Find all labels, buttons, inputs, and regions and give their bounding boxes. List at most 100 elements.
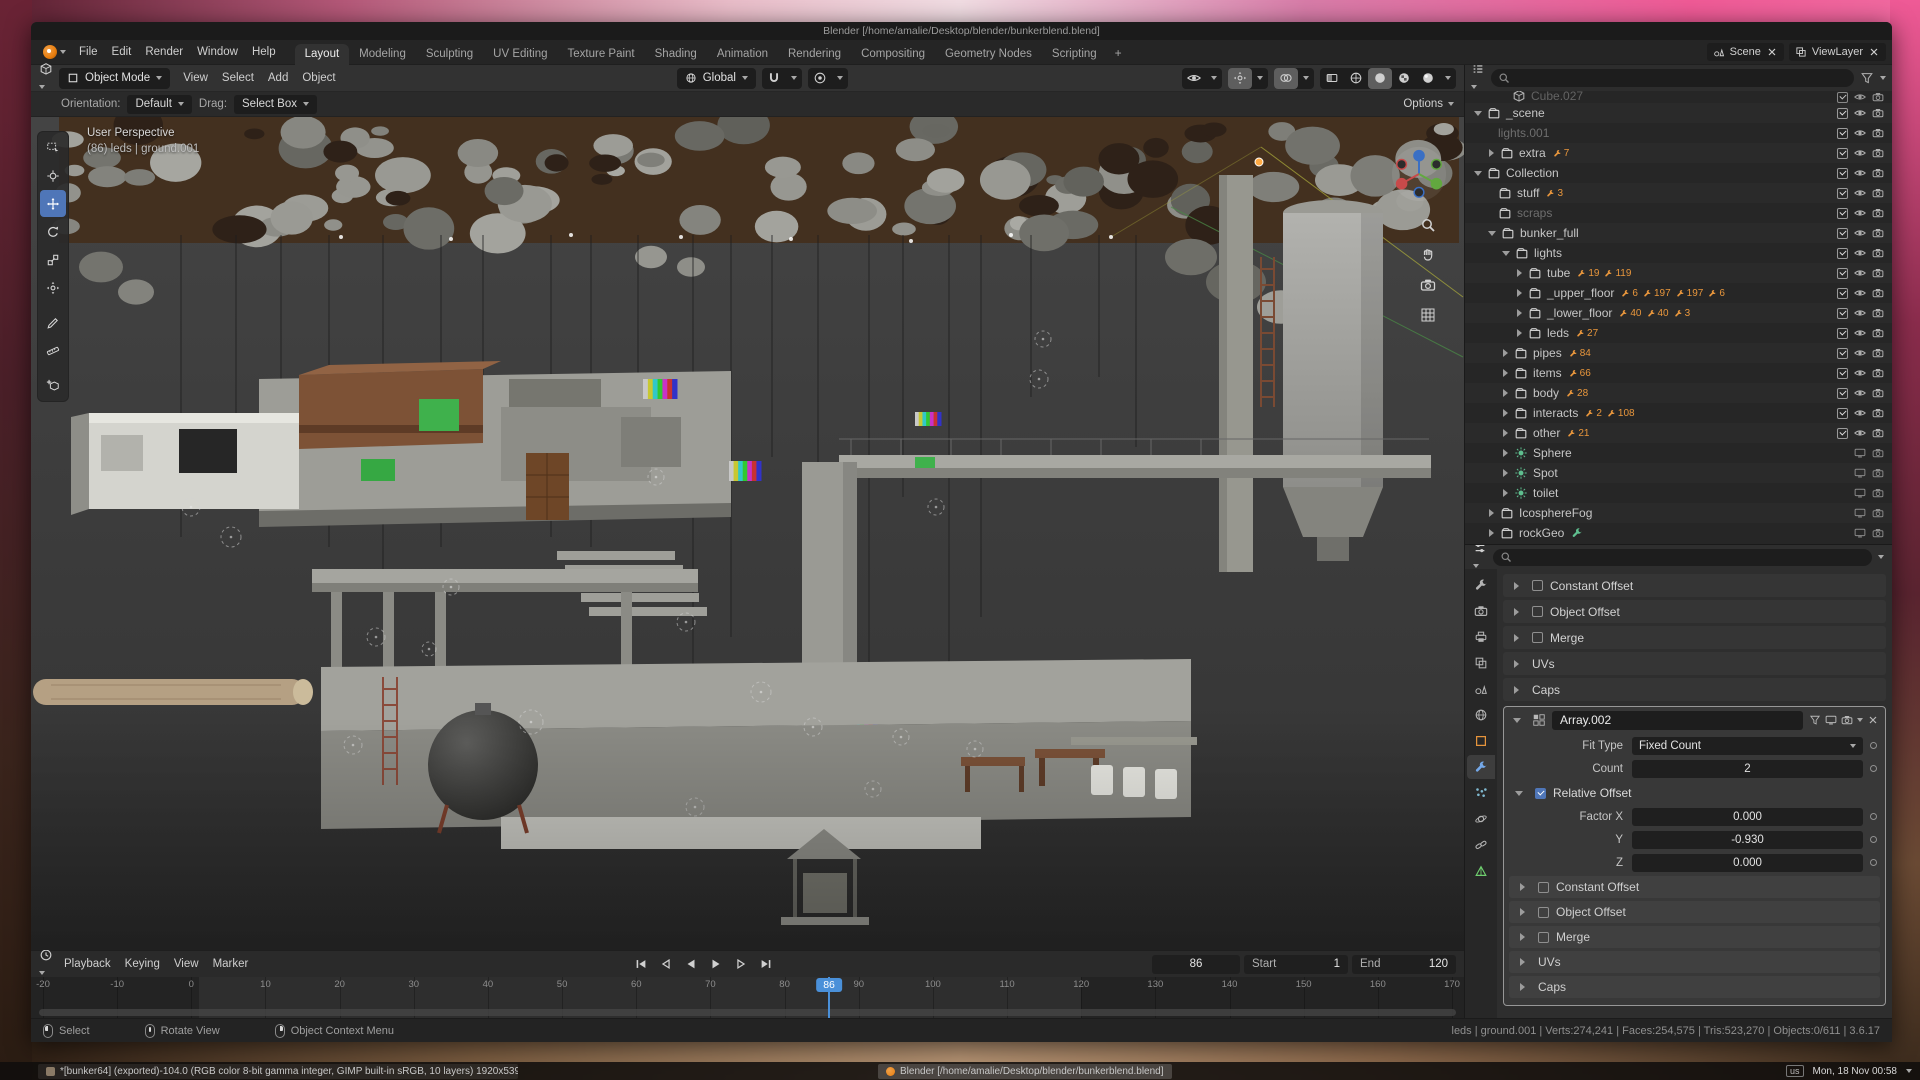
subpanel-object-offset[interactable]: Object Offset — [1509, 901, 1880, 923]
disable-render-toggle[interactable] — [1872, 91, 1884, 103]
workspace-tab-compositing[interactable]: Compositing — [851, 44, 935, 65]
keyframe-dot[interactable] — [1870, 859, 1877, 866]
expand-arrow-icon[interactable] — [1514, 608, 1519, 616]
menu-file[interactable]: File — [72, 44, 105, 60]
overlays-dropdown[interactable] — [1298, 68, 1314, 89]
hide-viewport-toggle[interactable] — [1854, 387, 1866, 399]
overlays-toggle[interactable] — [1274, 68, 1298, 89]
measure-tool[interactable] — [40, 337, 66, 364]
relative-offset-checkbox[interactable] — [1535, 788, 1546, 799]
expand-arrow-icon[interactable] — [1503, 369, 1508, 377]
expand-arrow-icon[interactable] — [1503, 409, 1508, 417]
subpanel-uvs[interactable]: UVs — [1509, 951, 1880, 973]
disable-render-toggle[interactable] — [1872, 127, 1884, 139]
outliner-row-bunker-full[interactable]: bunker_full — [1465, 223, 1892, 243]
hide-viewport-toggle[interactable] — [1854, 267, 1866, 279]
exclude-checkbox[interactable] — [1837, 108, 1848, 119]
expand-arrow-icon[interactable] — [1474, 111, 1482, 116]
subpanel-caps[interactable]: Caps — [1509, 976, 1880, 998]
render-visibility-toggle[interactable] — [1872, 447, 1884, 459]
visibility-toggle[interactable] — [1182, 68, 1206, 89]
expand-arrow-icon[interactable] — [1503, 489, 1508, 497]
viewport-menu-view[interactable]: View — [176, 70, 215, 86]
workspace-tab-layout[interactable]: Layout — [295, 44, 350, 65]
properties-tab-scene[interactable] — [1467, 677, 1495, 701]
workspace-tab-sculpting[interactable]: Sculpting — [416, 44, 483, 65]
expand-arrow-icon[interactable] — [1489, 529, 1494, 537]
disable-render-toggle[interactable] — [1872, 227, 1884, 239]
hide-viewport-toggle[interactable] — [1854, 407, 1866, 419]
disable-render-toggle[interactable] — [1872, 267, 1884, 279]
exclude-checkbox[interactable] — [1837, 408, 1848, 419]
snap-dropdown[interactable] — [786, 68, 802, 89]
disable-render-toggle[interactable] — [1872, 367, 1884, 379]
rotate-tool[interactable] — [40, 218, 66, 245]
hide-viewport-toggle[interactable] — [1854, 127, 1866, 139]
expand-arrow-icon[interactable] — [1514, 634, 1519, 642]
outliner-row-tube[interactable]: tube19119 — [1465, 263, 1892, 283]
pan-hand-button[interactable] — [1420, 247, 1436, 263]
expand-arrow-icon[interactable] — [1474, 171, 1482, 176]
outliner-row-icospherefog[interactable]: IcosphereFog — [1465, 503, 1892, 523]
factor-y-field[interactable]: -0.930 — [1632, 831, 1863, 849]
expand-arrow-icon[interactable] — [1513, 718, 1521, 723]
exclude-checkbox[interactable] — [1837, 428, 1848, 439]
hide-viewport-toggle[interactable] — [1854, 207, 1866, 219]
workspace-tab-rendering[interactable]: Rendering — [778, 44, 851, 65]
panel-uvs[interactable]: UVs — [1503, 652, 1886, 675]
disable-render-toggle[interactable] — [1872, 167, 1884, 179]
disable-render-toggle[interactable] — [1872, 287, 1884, 299]
shading-wireframe-button[interactable] — [1344, 68, 1368, 89]
hide-viewport-toggle[interactable] — [1854, 367, 1866, 379]
properties-tab-object-data[interactable] — [1467, 859, 1495, 883]
workspace-tab-modeling[interactable]: Modeling — [349, 44, 416, 65]
exclude-checkbox[interactable] — [1837, 328, 1848, 339]
modifier-extras-dropdown[interactable] — [1857, 718, 1863, 722]
annotate-tool[interactable] — [40, 309, 66, 336]
navigation-gizmo[interactable] — [1390, 145, 1448, 203]
xray-toggle[interactable] — [1320, 68, 1344, 89]
outliner-row-sphere[interactable]: Sphere — [1465, 443, 1892, 463]
hide-viewport-toggle[interactable] — [1854, 287, 1866, 299]
outliner-row-pipes[interactable]: pipes84 — [1465, 343, 1892, 363]
exclude-checkbox[interactable] — [1837, 288, 1848, 299]
play-reverse-button[interactable] — [679, 954, 703, 974]
snap-toggle[interactable] — [762, 68, 786, 89]
realtime-display-toggle[interactable] — [1825, 714, 1837, 726]
scene-selector[interactable]: Scene — [1707, 43, 1784, 61]
properties-search-input[interactable] — [1493, 549, 1872, 566]
outliner-row-extra[interactable]: extra7 — [1465, 143, 1892, 163]
editor-type-button[interactable] — [39, 62, 53, 94]
mode-selector[interactable]: Object Mode — [59, 68, 170, 89]
shading-solid-button[interactable] — [1368, 68, 1392, 89]
expand-arrow-icon[interactable] — [1514, 660, 1519, 668]
outliner-row-items[interactable]: items66 — [1465, 363, 1892, 383]
exclude-checkbox[interactable] — [1837, 168, 1848, 179]
timeline-ruler[interactable]: -20-100102030405060708090100110120130140… — [31, 977, 1464, 1018]
current-frame-field[interactable]: 86 — [1152, 955, 1240, 974]
object-offset-checkbox[interactable] — [1538, 907, 1549, 918]
outliner-row-toilet[interactable]: toilet — [1465, 483, 1892, 503]
add-cube-tool[interactable] — [40, 372, 66, 399]
constant-offset-checkbox[interactable] — [1532, 580, 1543, 591]
expand-arrow-icon[interactable] — [1517, 329, 1522, 337]
disable-render-toggle[interactable] — [1872, 407, 1884, 419]
expand-arrow-icon[interactable] — [1517, 269, 1522, 277]
workspace-tab-shading[interactable]: Shading — [645, 44, 707, 65]
panel-constant-offset[interactable]: Constant Offset — [1503, 574, 1886, 597]
outliner-filter-button[interactable] — [1860, 71, 1874, 85]
factor-factor-x-field[interactable]: 0.000 — [1632, 808, 1863, 826]
outliner-row--lower-floor[interactable]: _lower_floor40403 — [1465, 303, 1892, 323]
expand-arrow-icon[interactable] — [1503, 349, 1508, 357]
unlink-icon[interactable] — [1766, 46, 1778, 58]
next-keyframe-button[interactable] — [729, 954, 753, 974]
scale-tool[interactable] — [40, 246, 66, 273]
timeline-menu-view[interactable]: View — [167, 956, 206, 972]
expand-arrow-icon[interactable] — [1489, 149, 1494, 157]
viewport-display-toggle[interactable] — [1854, 527, 1866, 539]
workspace-tab-animation[interactable]: Animation — [707, 44, 778, 65]
hide-viewport-toggle[interactable] — [1854, 307, 1866, 319]
outliner-row-other[interactable]: other21 — [1465, 423, 1892, 443]
viewlayer-selector[interactable]: ViewLayer — [1789, 43, 1886, 61]
properties-tab-physics[interactable] — [1467, 807, 1495, 831]
